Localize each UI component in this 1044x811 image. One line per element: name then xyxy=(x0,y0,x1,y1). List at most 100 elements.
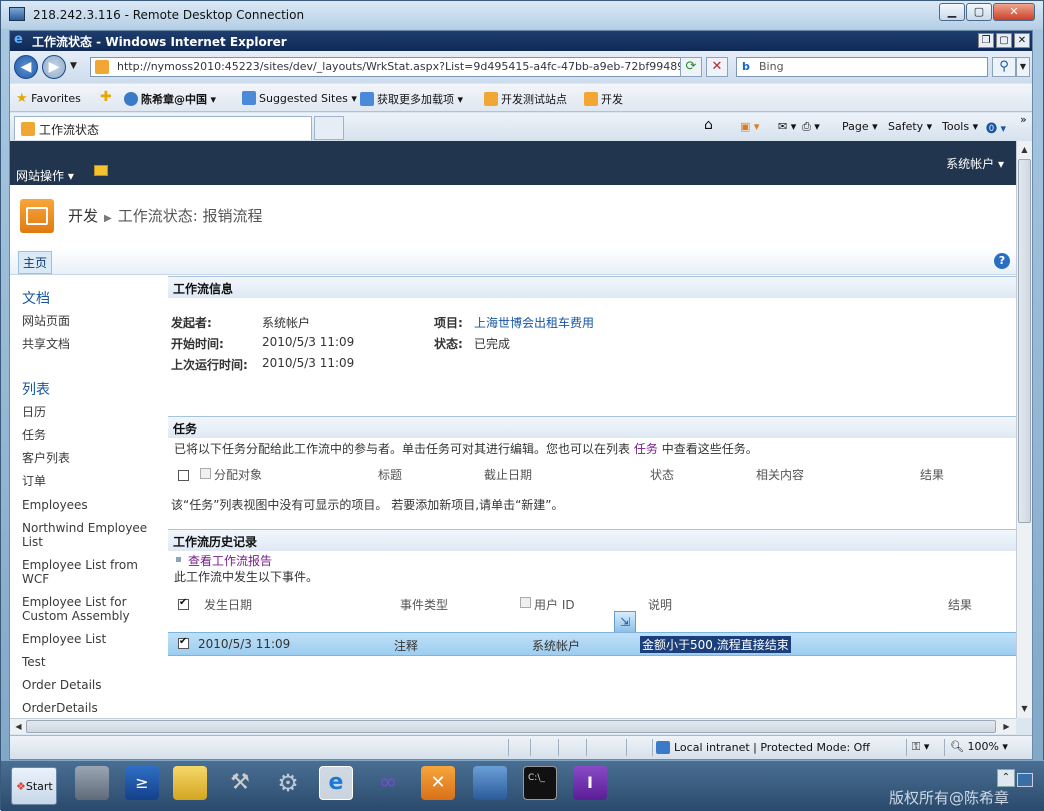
col-description[interactable]: 说明 xyxy=(648,596,672,613)
table-row[interactable]: 2010/5/3 11:09 注释 系统帐户 金额小于500,流程直接结束 xyxy=(168,632,1016,656)
col-event-type[interactable]: 事件类型 xyxy=(400,596,448,613)
nav-head-docs[interactable]: 文档 xyxy=(22,288,50,308)
safety-menu[interactable]: Safety ▾ xyxy=(888,120,932,133)
history-dropdown-icon[interactable]: ▼ xyxy=(70,61,77,71)
nav-item-northwind-employee-list[interactable]: Northwind Employee List xyxy=(22,521,162,549)
col-result[interactable]: 结果 xyxy=(948,596,972,613)
nav-item-orders[interactable]: 订单 xyxy=(22,474,162,488)
search-input[interactable]: b Bing xyxy=(736,57,988,77)
refresh-button[interactable]: ⟳ xyxy=(680,57,702,77)
nav-item-order-details[interactable]: Order Details xyxy=(22,678,162,692)
rdc-minimize-button[interactable]: ▁ xyxy=(939,3,965,21)
col-due-date[interactable]: 截止日期 xyxy=(484,466,532,483)
nav-item-site-pages[interactable]: 网站页面 xyxy=(22,314,162,328)
col-title[interactable]: 标题 xyxy=(378,466,402,483)
nav-item-employee-list[interactable]: Employee List xyxy=(22,632,162,646)
search-options-icon[interactable]: ▼ xyxy=(1016,57,1030,77)
ie-maximize-button[interactable]: ▢ xyxy=(996,33,1012,48)
history-select-all-checkbox[interactable] xyxy=(178,597,189,610)
print-icon[interactable]: ⎙ ▾ xyxy=(802,120,820,134)
page-menu[interactable]: Page ▾ xyxy=(842,120,878,133)
site-logo-icon[interactable] xyxy=(20,199,54,233)
address-bar[interactable]: http://nymoss2010:45223/sites/dev/_layou… xyxy=(90,57,684,77)
rdc-maximize-button[interactable]: ▢ xyxy=(966,3,992,21)
rdc-close-button[interactable]: ✕ xyxy=(993,3,1035,21)
new-tab-button[interactable] xyxy=(314,116,344,140)
tab-workflow-status[interactable]: 工作流状态 xyxy=(14,116,312,140)
fav-item-dev-test-site[interactable]: 开发测试站点 xyxy=(484,91,567,107)
infopath-icon[interactable]: I xyxy=(573,766,607,800)
account-menu[interactable]: 系统帐户 ▾ xyxy=(946,155,1004,172)
show-hidden-icons[interactable]: ⌃ xyxy=(997,769,1015,787)
fav-item-chenxizhang[interactable]: 陈希章@中国 ▾ xyxy=(124,91,216,107)
vertical-scroll-thumb[interactable] xyxy=(1018,159,1031,523)
tab-home[interactable]: 主页 xyxy=(18,251,53,274)
back-button[interactable]: ◀ xyxy=(14,55,38,79)
scroll-right-icon[interactable]: ▶ xyxy=(1000,719,1013,734)
tools-menu[interactable]: Tools ▾ xyxy=(942,120,978,133)
col-status[interactable]: 状态 xyxy=(650,466,674,483)
nav-item-employees[interactable]: Employees xyxy=(22,498,162,512)
vertical-scrollbar[interactable]: ▲ ▼ xyxy=(1016,141,1032,718)
nav-item-employee-list-wcf[interactable]: Employee List from WCF xyxy=(22,558,162,586)
forward-button[interactable]: ▶ xyxy=(42,55,66,79)
view-workflow-report-link[interactable]: 查看工作流报告 xyxy=(188,552,272,569)
tasks-list-link[interactable]: 任务 xyxy=(634,442,658,456)
powershell-icon[interactable]: ≥ xyxy=(125,766,159,800)
internet-explorer-icon[interactable]: e xyxy=(319,766,353,800)
help-icon[interactable]: ? xyxy=(994,253,1010,269)
tasks-select-all-checkbox[interactable] xyxy=(178,470,189,481)
col-related-content[interactable]: 相关内容 xyxy=(756,466,804,483)
horizontal-scrollbar[interactable]: ◀ ▶ xyxy=(10,718,1016,734)
scroll-down-icon[interactable]: ▼ xyxy=(1018,701,1031,716)
item-link[interactable]: 上海世博会出租车费用 xyxy=(474,314,594,331)
start-button[interactable]: ❖Start xyxy=(11,767,57,805)
command-prompt-icon[interactable]: C:\_ xyxy=(523,766,557,800)
more-commands-icon[interactable]: » xyxy=(1020,113,1027,126)
ie-close-button[interactable]: ✕ xyxy=(1014,33,1030,48)
mail-icon[interactable]: ✉ ▾ xyxy=(778,120,796,133)
explorer-folder-icon[interactable] xyxy=(173,766,207,800)
nav-item-customers[interactable]: 客户列表 xyxy=(22,451,162,465)
scroll-up-icon[interactable]: ▲ xyxy=(1018,142,1031,157)
feeds-icon[interactable]: ▣ ▾ xyxy=(740,120,759,133)
nav-item-orderdetails[interactable]: OrderDetails xyxy=(22,701,162,715)
stop-button[interactable]: ✕ xyxy=(706,57,728,77)
fav-item-suggested-sites[interactable]: Suggested Sites ▾ xyxy=(242,91,357,105)
fav-item-addons[interactable]: 获取更多加载项 ▾ xyxy=(360,91,463,107)
network-tray-icon[interactable] xyxy=(1017,773,1033,787)
services-gear-icon[interactable]: ⚙ xyxy=(271,766,305,800)
nav-item-shared-docs[interactable]: 共享文档 xyxy=(22,337,162,351)
search-button[interactable]: ⚲ xyxy=(992,57,1016,77)
nav-item-calendar[interactable]: 日历 xyxy=(22,405,162,419)
nav-item-test[interactable]: Test xyxy=(22,655,162,669)
help-menu-icon[interactable]: ⓿ ▾ xyxy=(986,120,1006,136)
nav-item-tasks[interactable]: 任务 xyxy=(22,428,162,442)
breadcrumb-site-link[interactable]: 开发 xyxy=(68,207,98,225)
row-checkbox[interactable] xyxy=(178,636,189,649)
horizontal-scroll-thumb[interactable] xyxy=(26,720,996,733)
tools-icon[interactable]: ⚒ xyxy=(223,766,257,800)
col-date-occurred[interactable]: 发生日期 xyxy=(204,596,252,613)
network-icon[interactable] xyxy=(473,766,507,800)
col-user-id[interactable]: 用户 ID xyxy=(534,596,575,613)
protected-mode-icon[interactable]: ⚿ ▾ xyxy=(912,740,929,754)
site-actions-menu[interactable]: 网站操作 ▾ xyxy=(16,167,74,184)
visual-studio-icon[interactable]: ∞ xyxy=(371,766,405,800)
zoom-control[interactable]: 🔍︎ 100% ▾ xyxy=(950,740,1008,753)
server-manager-icon[interactable] xyxy=(75,766,109,800)
add-favorite-icon[interactable]: ✚ xyxy=(100,89,112,105)
sharepoint-designer-icon[interactable]: ✕ xyxy=(421,766,455,800)
ie-title-bar[interactable]: e 工作流状态 - Windows Internet Explorer ❐ ▢ … xyxy=(10,31,1032,51)
nav-item-employee-list-custom-assembly[interactable]: Employee List for Custom Assembly xyxy=(22,595,162,623)
col-outcome[interactable]: 结果 xyxy=(920,466,944,483)
ie-restore-button[interactable]: ❐ xyxy=(978,33,994,48)
rdc-title-bar[interactable]: 218.242.3.116 - Remote Desktop Connectio… xyxy=(1,1,1043,29)
home-icon[interactable]: ⌂ xyxy=(704,117,713,133)
fav-item-dev[interactable]: 开发 xyxy=(584,91,623,107)
security-zone-text[interactable]: Local intranet | Protected Mode: Off xyxy=(674,741,870,754)
nav-head-lists[interactable]: 列表 xyxy=(22,379,50,399)
navigate-up-icon[interactable] xyxy=(94,165,108,176)
favorites-button[interactable]: ★ Favorites xyxy=(16,91,81,106)
col-assigned-to[interactable]: 分配对象 xyxy=(214,466,262,483)
